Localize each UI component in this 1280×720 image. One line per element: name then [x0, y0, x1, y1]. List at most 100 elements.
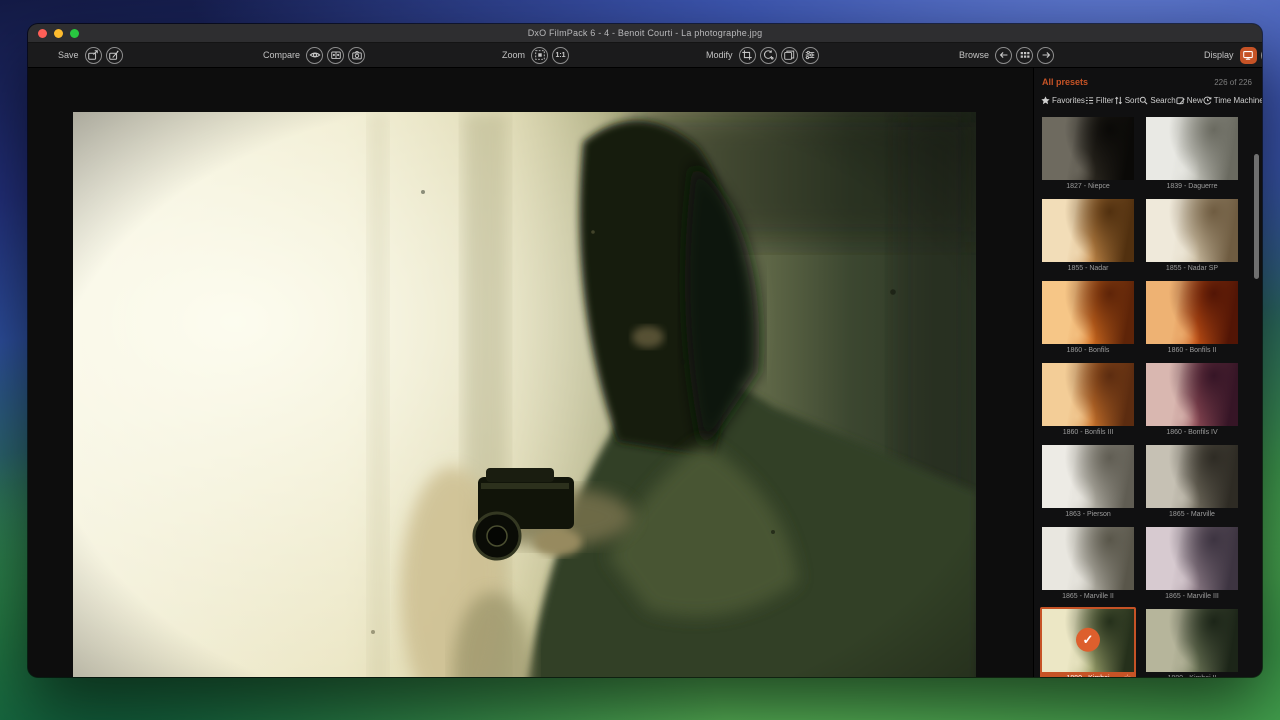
presets-scrollbar[interactable] — [1254, 154, 1259, 279]
preset-card[interactable]: ✓ 1860 - Bonfils ☆ — [1040, 279, 1136, 359]
toolbar: Save Compare — [28, 43, 1262, 68]
preset-card[interactable]: ✓ 1827 - Niepce ☆ — [1040, 115, 1136, 195]
presets-filter-bar: Favorites Filter Sort Search New — [1034, 87, 1262, 105]
preset-label: 1839 - Daguerre — [1167, 183, 1218, 190]
presets-panel: All presets 226 of 226 Favorites Filter … — [1033, 68, 1262, 677]
filter-sort[interactable]: Sort — [1114, 96, 1140, 105]
preset-label: 1865 - Marville — [1169, 511, 1215, 518]
preset-thumbnail: ✓ — [1042, 363, 1134, 426]
preset-card[interactable]: ✓ 1860 - Bonfils IV ☆ — [1144, 361, 1240, 441]
zoom-label: Zoom — [502, 50, 525, 60]
preset-label: 1865 - Marville II — [1062, 593, 1114, 600]
preset-thumbnail: ✓ — [1146, 199, 1238, 262]
preset-thumbnail: ✓ — [1042, 199, 1134, 262]
preset-label-bar: 1865 - Marville III ☆ — [1146, 590, 1238, 603]
display-info-button[interactable] — [1261, 47, 1262, 64]
preset-label-bar: 1860 - Bonfils II ☆ — [1146, 344, 1238, 357]
preset-label-bar: 1855 - Nadar SP ☆ — [1146, 262, 1238, 275]
preset-label-bar: 1880 - Kimbei ☆ — [1042, 672, 1134, 677]
preset-label: 1860 - Bonfils III — [1063, 429, 1114, 436]
zoom-group: Zoom 1:1 — [502, 43, 569, 67]
preset-label: 1860 - Bonfils IV — [1166, 429, 1217, 436]
preset-label-bar: 1839 - Daguerre ☆ — [1146, 180, 1238, 193]
close-button[interactable] — [38, 29, 47, 38]
new-document-icon — [1176, 96, 1185, 105]
preset-thumbnail: ✓ — [1146, 117, 1238, 180]
preset-label: 1880 - Kimbei II — [1167, 675, 1216, 677]
adjustments-button[interactable] — [802, 47, 819, 64]
modify-group: Modify — [706, 43, 819, 67]
filter-new[interactable]: New — [1176, 96, 1203, 105]
browse-group: Browse — [959, 43, 1054, 67]
zoom-window-button[interactable] — [70, 29, 79, 38]
display-group: Display — [1204, 43, 1262, 67]
image-canvas: © BENOIT COURTI — [28, 68, 1034, 677]
preset-thumbnail: ✓ — [1042, 445, 1134, 508]
preset-label-bar: 1855 - Nadar ☆ — [1042, 262, 1134, 275]
preset-label: 1880 - Kimbei — [1066, 675, 1109, 677]
previous-image-button[interactable] — [995, 47, 1012, 64]
preset-card[interactable]: ✓ 1855 - Nadar ☆ — [1040, 197, 1136, 277]
save-label: Save — [58, 50, 79, 60]
desktop-wallpaper: DxO FilmPack 6 - 4 - Benoit Courti - La … — [0, 0, 1280, 720]
preset-card[interactable]: ✓ 1860 - Bonfils II ☆ — [1144, 279, 1240, 359]
modify-label: Modify — [706, 50, 733, 60]
monitor-icon — [1242, 49, 1254, 61]
edit-button[interactable] — [106, 47, 123, 64]
preset-card[interactable]: ✓ 1880 - Kimbei II ☆ — [1144, 607, 1240, 677]
grid-icon — [1019, 49, 1031, 61]
preset-card[interactable]: ✓ 1865 - Marville ☆ — [1144, 443, 1240, 523]
crop-icon — [741, 49, 753, 61]
preset-label: 1855 - Nadar — [1068, 265, 1109, 272]
frame-button[interactable] — [781, 47, 798, 64]
zoom-100-button[interactable]: 1:1 — [552, 47, 569, 64]
preset-label: 1827 - Niepce — [1066, 183, 1110, 190]
compare-split-button[interactable] — [327, 47, 344, 64]
minimize-button[interactable] — [54, 29, 63, 38]
image-browser-button[interactable] — [1016, 47, 1033, 64]
export-icon — [87, 49, 99, 61]
filter-filter[interactable]: Filter — [1085, 96, 1114, 105]
preset-label-bar: 1865 - Marville ☆ — [1146, 508, 1238, 521]
zoom-fit-button[interactable] — [531, 47, 548, 64]
preset-label-bar: 1860 - Bonfils IV ☆ — [1146, 426, 1238, 439]
sort-arrows-icon — [1114, 96, 1123, 105]
export-button[interactable] — [85, 47, 102, 64]
preset-card[interactable]: ✓ 1865 - Marville III ☆ — [1144, 525, 1240, 605]
edit-icon — [108, 49, 120, 61]
preset-thumbnail: ✓ — [1146, 445, 1238, 508]
preset-card[interactable]: ✓ 1860 - Bonfils III ☆ — [1040, 361, 1136, 441]
compare-label: Compare — [263, 50, 300, 60]
compare-original-button[interactable] — [348, 47, 365, 64]
preset-card[interactable]: ✓ 1880 - Kimbei ☆ — [1040, 607, 1136, 677]
preset-thumbnail: ✓ — [1042, 117, 1134, 180]
compare-preview-button[interactable] — [306, 47, 323, 64]
filter-search[interactable]: Search — [1139, 96, 1175, 105]
window-title: DxO FilmPack 6 - 4 - Benoit Courti - La … — [528, 28, 763, 38]
preset-thumbnail: ✓ — [1146, 281, 1238, 344]
compare-group: Compare — [263, 43, 365, 67]
photo-canvas[interactable]: © BENOIT COURTI — [73, 112, 976, 677]
display-label: Display — [1204, 50, 1234, 60]
filter-favorites[interactable]: Favorites — [1041, 96, 1085, 105]
browse-label: Browse — [959, 50, 989, 60]
magnifier-icon — [1139, 96, 1148, 105]
favorite-star-icon[interactable]: ☆ — [1124, 673, 1131, 677]
filter-time-machine[interactable]: Time Machine — [1203, 96, 1262, 105]
crop-button[interactable] — [739, 47, 756, 64]
preset-label: 1855 - Nadar SP — [1166, 265, 1218, 272]
preset-thumbnail: ✓ — [1042, 609, 1134, 672]
preset-label-bar: 1860 - Bonfils III ☆ — [1042, 426, 1134, 439]
preset-grid: ✓ 1827 - Niepce ☆ ✓ 1839 - Daguerre ☆ ✓ … — [1040, 115, 1262, 677]
preset-thumbnail: ✓ — [1146, 527, 1238, 590]
presets-title: All presets — [1042, 77, 1088, 87]
preset-card[interactable]: ✓ 1863 - Pierson ☆ — [1040, 443, 1136, 523]
next-image-button[interactable] — [1037, 47, 1054, 64]
preset-card[interactable]: ✓ 1839 - Daguerre ☆ — [1144, 115, 1240, 195]
preset-card[interactable]: ✓ 1855 - Nadar SP ☆ — [1144, 197, 1240, 277]
arrow-left-icon — [998, 49, 1010, 61]
preset-card[interactable]: ✓ 1865 - Marville II ☆ — [1040, 525, 1136, 605]
display-screen-button[interactable] — [1240, 47, 1257, 64]
titlebar[interactable]: DxO FilmPack 6 - 4 - Benoit Courti - La … — [28, 24, 1262, 43]
rotate-button[interactable] — [760, 47, 777, 64]
